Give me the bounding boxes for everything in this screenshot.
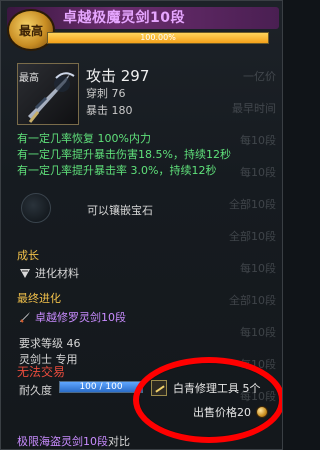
background-list-item: 全部10段 [229, 230, 276, 243]
background-list: 一亿价 最早时间 每10段 每10段 全部10段 全部10段 每10段 全部10… [151, 61, 282, 413]
final-evolution-header: 最终进化 [17, 292, 61, 305]
repair-tool-icon [151, 380, 167, 396]
sell-price-text: 出售价格20 [193, 406, 251, 419]
final-evolution-row: 卓越修罗灵剑10段 [19, 309, 126, 325]
background-list-item: 全部10段 [229, 294, 276, 307]
bonus-line: 有一定几率恢复 100%内力 [17, 132, 151, 145]
tooltip-header: 最高 卓越极魔灵剑10段 100.00% [1, 1, 282, 53]
requirement-level: 要求等级 46 [19, 335, 81, 351]
grade-emblem: 最高 [7, 9, 55, 51]
compare-suffix: 对比 [108, 435, 130, 448]
sell-price: 出售价格20 [193, 404, 268, 420]
evolution-progress-label: 100.00% [140, 33, 176, 42]
bonus-line: 有一定几率提升暴击伤害18.5%，持续12秒 [17, 148, 231, 161]
durability-label: 耐久度 [19, 384, 52, 397]
compare-item-name: 极限海盗灵剑10段 [17, 435, 108, 448]
bonus-line: 有一定几率提升暴击率 3.0%，持续12秒 [17, 164, 217, 177]
gem-socket [21, 193, 51, 223]
evolution-progress: 100.00% [47, 32, 269, 44]
stat-crit: 暴击 180 [86, 104, 133, 117]
no-trade-label: 无法交易 [17, 365, 66, 379]
final-evolution-sword-icon [20, 312, 30, 323]
socket-text: 可以镶嵌宝石 [87, 204, 153, 217]
background-list-item: 全部10段 [229, 198, 276, 211]
material-icon [20, 269, 30, 278]
background-list-item: 最早时间 [232, 102, 276, 115]
durability-text: 100 / 100 [79, 382, 123, 392]
item-title: 卓越极魔灵剑10段 [63, 10, 185, 26]
final-evolution-item-label: 卓越修罗灵剑10段 [35, 311, 126, 324]
background-list-item: 一亿价 [243, 70, 276, 83]
repair-tool-row: 白青修理工具 5个 [151, 380, 261, 396]
compare-line: 极限海盗灵剑10段对比 [17, 433, 130, 449]
growth-row: 进化材料 [19, 265, 79, 281]
requirement-level-text: 要求等级 46 [19, 337, 81, 350]
coin-icon [256, 406, 268, 418]
emblem-text: 最高 [18, 23, 43, 38]
stat-attack: 攻击 297 [86, 67, 150, 85]
stat-pierce: 穿刺 76 [86, 87, 126, 100]
repair-tool-text: 白青修理工具 5个 [173, 382, 261, 395]
background-list-item: 每10段 [240, 326, 276, 339]
growth-item-label: 进化材料 [35, 267, 79, 280]
background-list-item: 每10段 [240, 358, 276, 371]
growth-header: 成长 [17, 249, 39, 262]
quality-label: 最高 [19, 73, 39, 84]
background-list-item: 每10段 [240, 262, 276, 275]
durability-bar: 100 / 100 [59, 381, 143, 393]
item-tooltip: 一亿价 最早时间 每10段 每10段 全部10段 全部10段 每10段 全部10… [0, 0, 283, 450]
